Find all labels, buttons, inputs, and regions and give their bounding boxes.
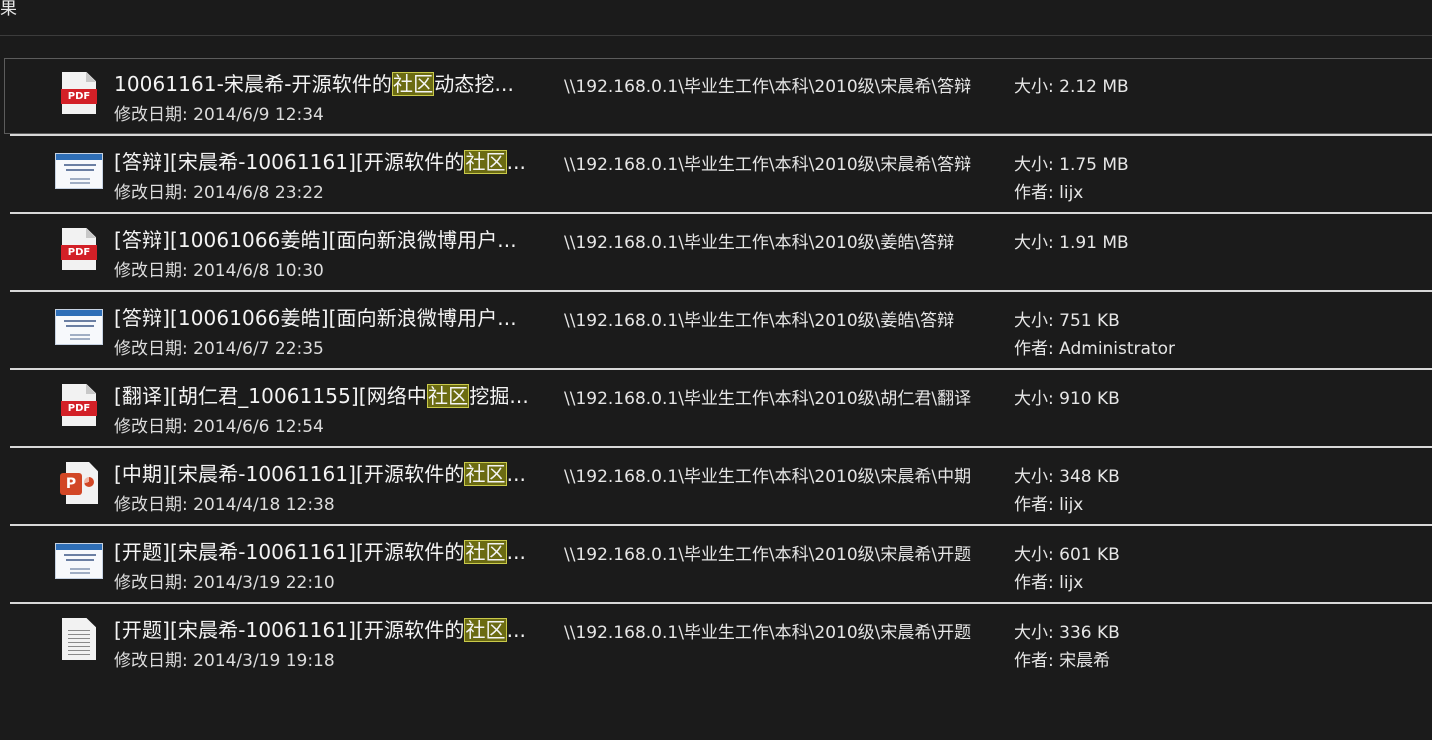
file-size: 大小: 2.12 MB — [1014, 77, 1129, 97]
file-path: \\192.168.0.1\毕业生工作\本科\2010级\宋晨希\开题 — [564, 623, 972, 643]
result-row[interactable]: PDF [翻译][胡仁君_10061155][网络中社区挖掘... 修改日期: 20… — [0, 370, 1432, 448]
file-path: \\192.168.0.1\毕业生工作\本科\2010级\胡仁君\翻译 — [564, 389, 972, 409]
title-text-rest: 挖掘... — [469, 384, 529, 408]
header-divider — [0, 35, 1432, 36]
result-title[interactable]: [答辩][10061066姜皓][面向新浪微博用户... — [114, 224, 517, 253]
result-title[interactable]: [中期][宋晨希-10061161][开源软件的社区... — [114, 458, 526, 487]
powerpoint-icon: P — [54, 459, 104, 507]
modified-date: 修改日期: 2014/6/9 12:34 — [114, 105, 324, 125]
title-text: [中期][宋晨希-10061161][开源软件的 — [114, 462, 465, 486]
result-title[interactable]: [答辩][10061066姜皓][面向新浪微博用户... — [114, 302, 517, 331]
result-title[interactable]: [翻译][胡仁君_10061155][网络中社区挖掘... — [114, 380, 529, 409]
document-thumbnail-icon — [54, 303, 104, 351]
title-text: [开题][宋晨希-10061161][开源软件的 — [114, 540, 465, 564]
result-title[interactable]: [开题][宋晨希-10061161][开源软件的社区... — [114, 536, 526, 565]
result-row[interactable]: [答辩][宋晨希-10061161][开源软件的社区... 修改日期: 2014/… — [0, 136, 1432, 214]
pdf-icon: PDF — [54, 225, 104, 273]
search-term-highlight: 社区 — [464, 540, 507, 564]
modified-date: 修改日期: 2014/3/19 22:10 — [114, 573, 335, 593]
search-term-highlight: 社区 — [392, 72, 435, 96]
file-path: \\192.168.0.1\毕业生工作\本科\2010级\宋晨希\中期 — [564, 467, 972, 487]
file-size: 大小: 751 KB — [1014, 311, 1120, 331]
file-size: 大小: 336 KB — [1014, 623, 1120, 643]
pdf-icon: PDF — [54, 381, 104, 429]
file-path: \\192.168.0.1\毕业生工作\本科\2010级\姜皓\答辩 — [564, 233, 955, 253]
title-text: [答辩][10061066姜皓][面向新浪微博用户... — [114, 306, 517, 330]
search-term-highlight: 社区 — [427, 384, 470, 408]
file-path: \\192.168.0.1\毕业生工作\本科\2010级\姜皓\答辩 — [564, 311, 955, 331]
results-header-fragment: 果 — [0, 0, 17, 19]
pdf-icon: PDF — [54, 69, 104, 117]
search-results-page: 果 PDF 10061161-宋晨希-开源软件的社区动态挖... 修改日期: 201… — [0, 0, 1432, 740]
result-row[interactable]: [开题][宋晨希-10061161][开源软件的社区... 修改日期: 2014/… — [0, 604, 1432, 682]
modified-date: 修改日期: 2014/4/18 12:38 — [114, 495, 335, 515]
result-row[interactable]: [开题][宋晨希-10061161][开源软件的社区... 修改日期: 2014/… — [0, 526, 1432, 604]
title-text: [开题][宋晨希-10061161][开源软件的 — [114, 618, 465, 642]
modified-date: 修改日期: 2014/6/7 22:35 — [114, 339, 324, 359]
modified-date: 修改日期: 2014/6/8 10:30 — [114, 261, 324, 281]
file-author: 作者: lijx — [1014, 573, 1084, 593]
title-text-rest: 动态挖... — [434, 72, 514, 96]
file-size: 大小: 910 KB — [1014, 389, 1120, 409]
result-title[interactable]: [答辩][宋晨希-10061161][开源软件的社区... — [114, 146, 526, 175]
result-row[interactable]: PDF 10061161-宋晨希-开源软件的社区动态挖... 修改日期: 2014/… — [0, 58, 1432, 136]
text-document-icon — [54, 615, 104, 663]
file-size: 大小: 1.91 MB — [1014, 233, 1129, 253]
title-text: [答辩][宋晨希-10061161][开源软件的 — [114, 150, 465, 174]
file-size: 大小: 601 KB — [1014, 545, 1120, 565]
search-term-highlight: 社区 — [464, 462, 507, 486]
result-title[interactable]: 10061161-宋晨希-开源软件的社区动态挖... — [114, 68, 514, 97]
document-thumbnail-icon — [54, 147, 104, 195]
file-author: 作者: Administrator — [1014, 339, 1176, 359]
title-text: 10061161-宋晨希-开源软件的 — [114, 72, 393, 96]
title-text: [翻译][胡仁君_10061155][网络中 — [114, 384, 428, 408]
file-path: \\192.168.0.1\毕业生工作\本科\2010级\宋晨希\答辩 — [564, 77, 972, 97]
result-row[interactable]: PDF [答辩][10061066姜皓][面向新浪微博用户... 修改日期: 201… — [0, 214, 1432, 292]
result-title[interactable]: [开题][宋晨希-10061161][开源软件的社区... — [114, 614, 526, 643]
search-term-highlight: 社区 — [464, 618, 507, 642]
result-row[interactable]: P [中期][宋晨希-10061161][开源软件的社区... 修改日期: 2014… — [0, 448, 1432, 526]
file-size: 大小: 1.75 MB — [1014, 155, 1129, 175]
search-term-highlight: 社区 — [464, 150, 507, 174]
title-text-rest: ... — [506, 618, 527, 642]
title-text-rest: ... — [506, 540, 527, 564]
document-thumbnail-icon — [54, 537, 104, 585]
result-row[interactable]: [答辩][10061066姜皓][面向新浪微博用户... 修改日期: 2014/6… — [0, 292, 1432, 370]
file-path: \\192.168.0.1\毕业生工作\本科\2010级\宋晨希\答辩 — [564, 155, 972, 175]
file-size: 大小: 348 KB — [1014, 467, 1120, 487]
title-text: [答辩][10061066姜皓][面向新浪微博用户... — [114, 228, 517, 252]
file-author: 作者: 宋晨希 — [1014, 651, 1111, 671]
modified-date: 修改日期: 2014/6/6 12:54 — [114, 417, 324, 437]
file-path: \\192.168.0.1\毕业生工作\本科\2010级\宋晨希\开题 — [564, 545, 972, 565]
modified-date: 修改日期: 2014/3/19 19:18 — [114, 651, 335, 671]
title-text-rest: ... — [506, 462, 527, 486]
title-text-rest: ... — [506, 150, 527, 174]
modified-date: 修改日期: 2014/6/8 23:22 — [114, 183, 324, 203]
file-author: 作者: lijx — [1014, 495, 1084, 515]
file-author: 作者: lijx — [1014, 183, 1084, 203]
